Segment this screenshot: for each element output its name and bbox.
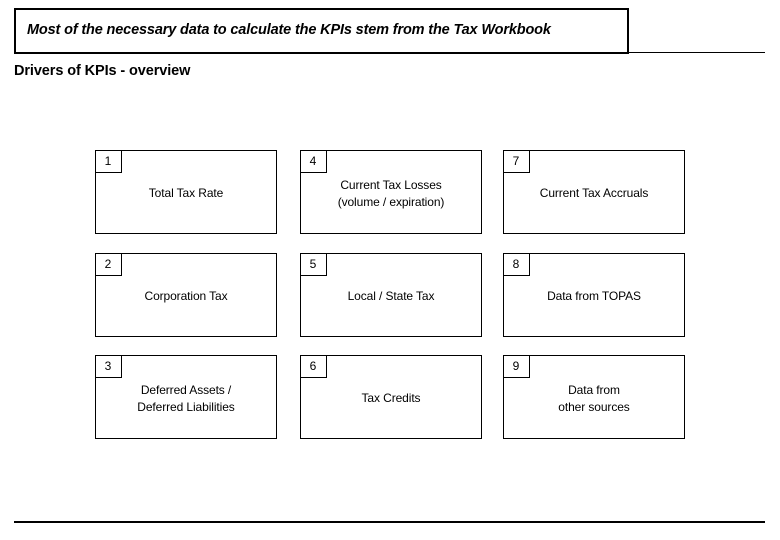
footer-divider-rule bbox=[14, 521, 765, 523]
driver-box-number-badge: 1 bbox=[94, 149, 122, 173]
driver-box-number-badge: 4 bbox=[299, 149, 327, 173]
driver-box-8[interactable]: 8 Data from TOPAS bbox=[502, 252, 685, 337]
driver-box-number-badge: 6 bbox=[299, 354, 327, 378]
driver-box-label: Tax Credits bbox=[361, 391, 421, 405]
title-banner-box: Most of the necessary data to calculate … bbox=[14, 8, 629, 54]
driver-box-label: Local / State Tax bbox=[347, 289, 435, 303]
driver-box-6[interactable]: 6 Tax Credits bbox=[299, 354, 482, 439]
driver-box-label: Current Tax Losses (volume / expiration) bbox=[337, 178, 445, 209]
driver-box-number-badge: 2 bbox=[94, 252, 122, 276]
driver-box-5[interactable]: 5 Local / State Tax bbox=[299, 252, 482, 337]
page-subtitle: Drivers of KPIs - overview bbox=[14, 63, 191, 79]
driver-box-number-badge: 9 bbox=[502, 354, 530, 378]
driver-box-number-badge: 3 bbox=[94, 354, 122, 378]
driver-box-label: Current Tax Accruals bbox=[539, 186, 649, 200]
driver-box-label: Data from TOPAS bbox=[547, 289, 641, 303]
driver-box-label: Total Tax Rate bbox=[148, 186, 224, 200]
page-title: Most of the necessary data to calculate … bbox=[27, 22, 551, 38]
driver-box-label: Data from other sources bbox=[558, 383, 630, 414]
driver-box-number-badge: 8 bbox=[502, 252, 530, 276]
driver-box-4[interactable]: 4 Current Tax Losses (volume / expiration… bbox=[299, 149, 482, 234]
driver-box-label: Corporation Tax bbox=[144, 289, 228, 303]
driver-box-label: Deferred Assets / Deferred Liabilities bbox=[137, 383, 235, 414]
driver-box-9[interactable]: 9 Data from other sources bbox=[502, 354, 685, 439]
driver-box-7[interactable]: 7 Current Tax Accruals bbox=[502, 149, 685, 234]
driver-box-1[interactable]: 1 Total Tax Rate bbox=[94, 149, 277, 234]
driver-box-number-badge: 7 bbox=[502, 149, 530, 173]
driver-box-number-badge: 5 bbox=[299, 252, 327, 276]
driver-box-2[interactable]: 2 Corporation Tax bbox=[94, 252, 277, 337]
slide-canvas: Most of the necessary data to calculate … bbox=[0, 0, 780, 540]
driver-box-3[interactable]: 3 Deferred Assets / Deferred Liabilities bbox=[94, 354, 277, 439]
